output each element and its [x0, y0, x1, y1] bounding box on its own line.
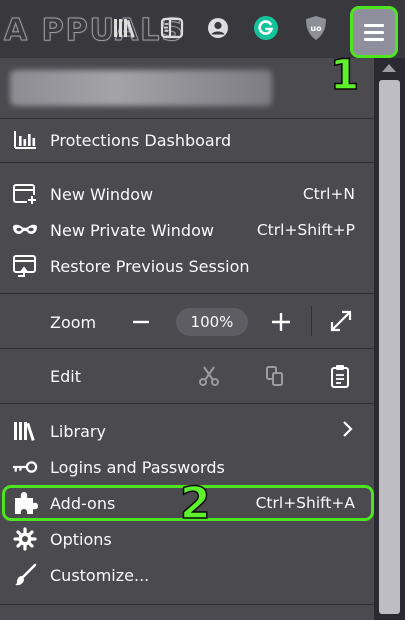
private-mask-icon	[12, 217, 38, 243]
separator	[0, 604, 374, 605]
library-icon[interactable]	[110, 14, 138, 42]
zoom-in-button[interactable]	[268, 309, 294, 335]
zoom-out-button[interactable]	[128, 309, 154, 335]
edit-label: Edit	[50, 366, 81, 386]
fullscreen-button[interactable]	[328, 308, 354, 334]
shortcut-label: Ctrl+Shift+A	[255, 494, 355, 512]
account-row-blurred[interactable]	[10, 70, 272, 106]
chart-bars-icon	[12, 127, 38, 153]
menu-item-label: Add-ons	[50, 493, 116, 513]
separator	[0, 403, 374, 404]
paintbrush-icon	[12, 562, 38, 588]
separator	[311, 306, 312, 336]
zoom-label: Zoom	[50, 312, 97, 332]
library-icon	[12, 418, 38, 444]
chevron-right-icon	[342, 420, 354, 442]
menu-item-restore-session[interactable]: Restore Previous Session	[0, 248, 374, 284]
grammarly-icon[interactable]	[252, 14, 280, 42]
separator	[0, 118, 374, 119]
account-icon[interactable]	[204, 14, 232, 42]
new-window-icon	[12, 181, 38, 207]
puzzle-piece-icon	[12, 490, 38, 516]
restore-session-icon	[12, 253, 38, 279]
separator	[0, 293, 374, 294]
step-annotation-2: 2	[179, 477, 211, 530]
zoom-reset-button[interactable]: 100%	[176, 308, 248, 336]
menu-item-customize[interactable]: Customize...	[0, 557, 374, 593]
copy-icon[interactable]	[262, 363, 288, 389]
menu-item-label: Protections Dashboard	[50, 130, 232, 150]
hamburger-icon	[364, 20, 384, 45]
menu-item-label: Customize...	[50, 565, 150, 585]
ublock-shield-icon[interactable]: uo	[302, 14, 330, 42]
paste-clipboard-icon[interactable]	[327, 363, 353, 389]
cut-scissors-icon[interactable]	[196, 363, 222, 389]
menu-item-new-private-window[interactable]: New Private Window Ctrl+Shift+P	[0, 212, 374, 248]
separator	[0, 348, 374, 349]
scrollbar[interactable]	[374, 58, 405, 620]
shortcut-label: Ctrl+N	[302, 185, 355, 203]
menu-item-library[interactable]: Library	[0, 413, 374, 449]
menu-item-new-window[interactable]: New Window Ctrl+N	[0, 176, 374, 212]
scroll-thumb[interactable]	[379, 80, 400, 614]
zoom-value: 100%	[190, 313, 234, 331]
menu-item-label: New Private Window	[50, 220, 214, 240]
gear-icon	[12, 526, 38, 552]
menu-item-label: Options	[50, 529, 112, 549]
svg-text:uo: uo	[310, 24, 322, 33]
shortcut-label: Ctrl+Shift+P	[256, 221, 355, 239]
menu-item-label: Logins and Passwords	[50, 457, 225, 477]
sidebar-icon[interactable]	[158, 14, 186, 42]
key-icon	[12, 454, 38, 480]
separator	[0, 162, 374, 163]
scroll-up-arrow-icon[interactable]	[382, 64, 396, 72]
menu-item-label: Restore Previous Session	[50, 256, 250, 276]
step-annotation-1: 1	[329, 49, 360, 100]
edit-row: Edit	[0, 358, 374, 394]
menu-item-protections[interactable]: Protections Dashboard	[0, 122, 374, 158]
menu-item-label: New Window	[50, 184, 154, 204]
menu-item-label: Library	[50, 421, 106, 441]
